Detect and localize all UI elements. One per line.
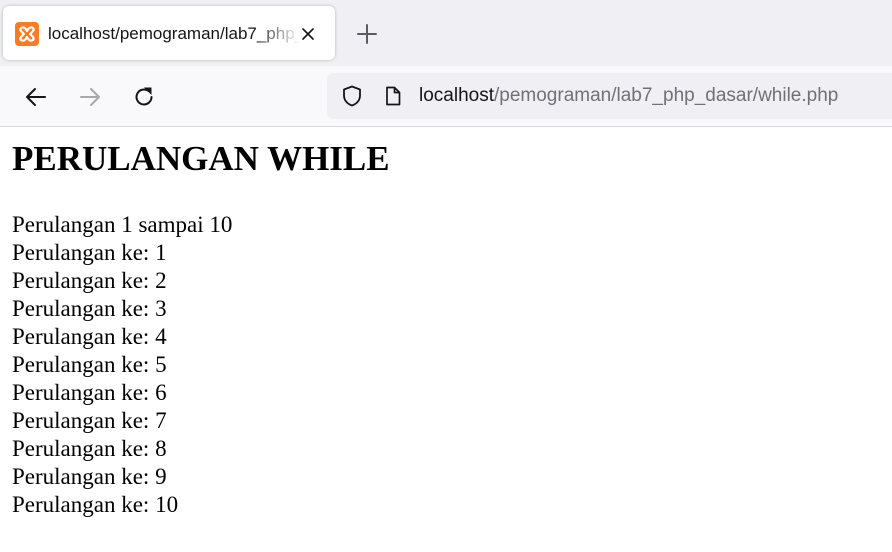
tab-strip: localhost/pemograman/lab7_php_dasar/whil…	[0, 0, 892, 66]
loop-line: Perulangan ke: 4	[12, 324, 167, 349]
loop-line: Perulangan ke: 5	[12, 352, 167, 377]
page-title: PERULANGAN WHILE	[12, 139, 390, 178]
address-bar[interactable]: localhost/pemograman/lab7_php_dasar/whil…	[327, 73, 892, 119]
tab-title: localhost/pemograman/lab7_php_dasar/whil…	[48, 24, 300, 43]
close-icon[interactable]	[300, 26, 316, 42]
loop-line: Perulangan ke: 1	[12, 240, 167, 265]
url-text[interactable]: localhost/pemograman/lab7_php_dasar/whil…	[419, 84, 838, 108]
shield-icon[interactable]	[340, 84, 364, 108]
arrow-left-icon[interactable]	[23, 84, 49, 110]
reload-icon[interactable]	[131, 84, 157, 110]
xampp-favicon-icon	[15, 22, 39, 46]
tab-active[interactable]: localhost/pemograman/lab7_php_dasar/whil…	[3, 6, 335, 60]
arrow-right-icon[interactable]	[77, 84, 103, 110]
intro-text: Perulangan 1 sampai 10	[12, 212, 233, 237]
loop-line: Perulangan ke: 6	[12, 380, 167, 405]
page-icon[interactable]	[382, 85, 404, 107]
plus-icon[interactable]	[355, 22, 379, 46]
navigation-toolbar: localhost/pemograman/lab7_php_dasar/whil…	[0, 66, 892, 127]
page-content: PERULANGAN WHILE Perulangan 1 sampai 10 …	[0, 127, 892, 552]
loop-line: Perulangan ke: 9	[12, 464, 167, 489]
loop-line: Perulangan ke: 10	[12, 492, 179, 517]
loop-line: Perulangan ke: 8	[12, 436, 167, 461]
loop-line: Perulangan ke: 2	[12, 268, 167, 293]
url-path: /pemograman/lab7_php_dasar/while.php	[494, 85, 839, 106]
loop-line: Perulangan ke: 3	[12, 296, 167, 321]
loop-line: Perulangan ke: 7	[12, 408, 167, 433]
url-host: localhost	[419, 85, 494, 106]
browser-window: localhost/pemograman/lab7_php_dasar/whil…	[0, 0, 892, 552]
output-lines: Perulangan 1 sampai 10 Perulangan ke: 1 …	[12, 211, 232, 519]
